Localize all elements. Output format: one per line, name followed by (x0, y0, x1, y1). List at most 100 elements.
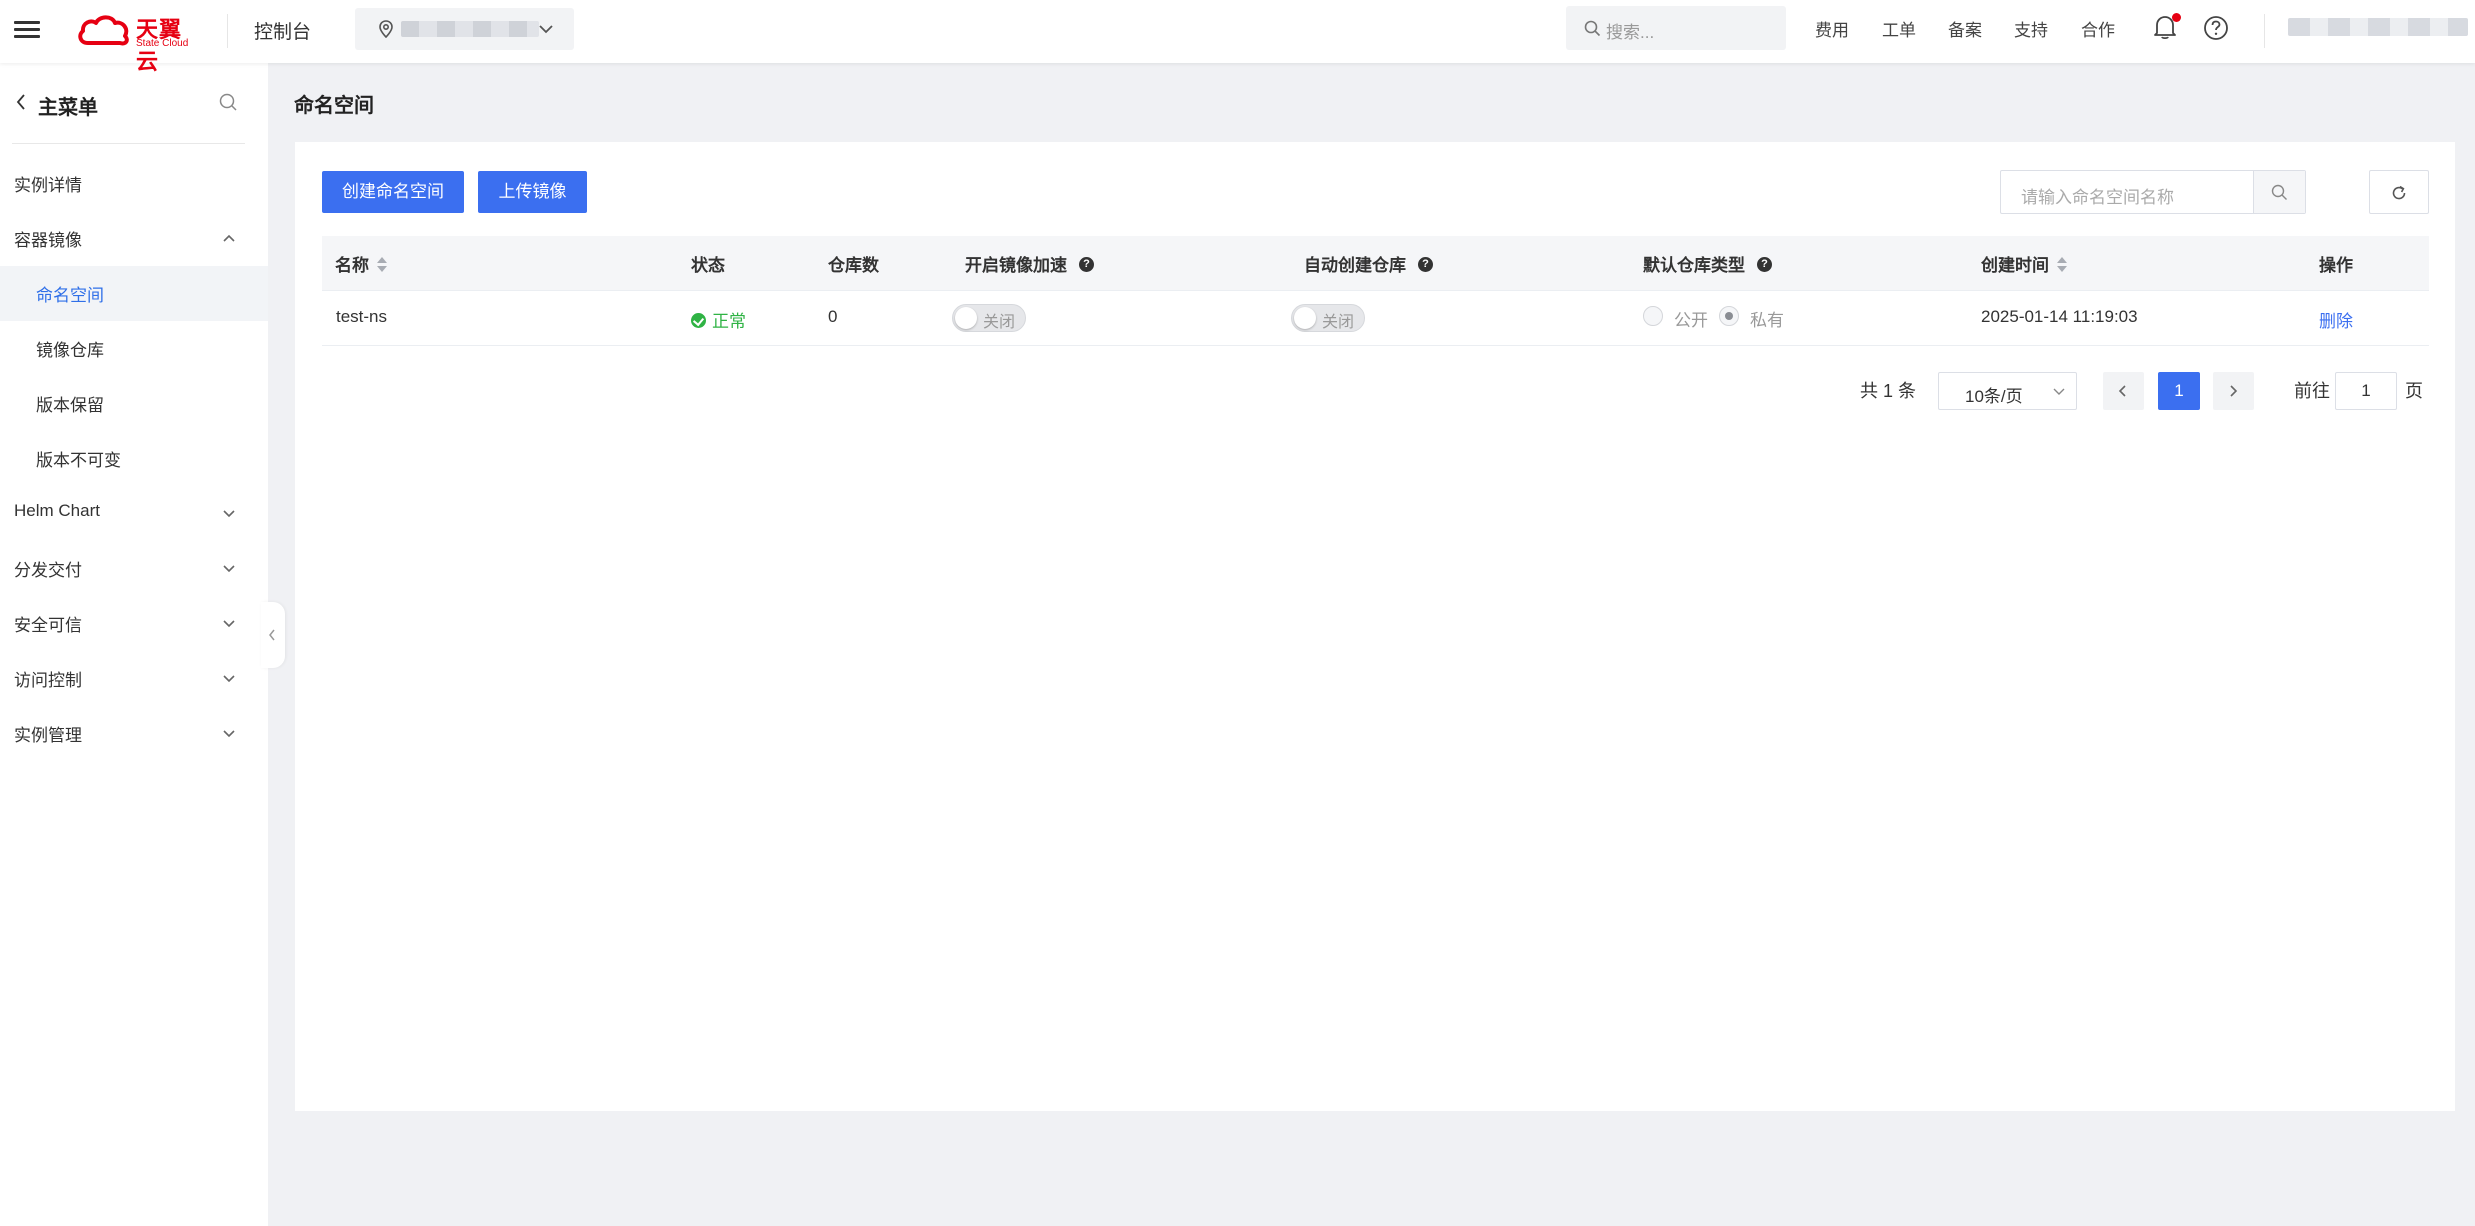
column-header-status: 状态 (691, 256, 725, 275)
sidebar-divider (12, 143, 245, 144)
table-header: 名称 状态 仓库数 开启镜像加速? 自动创建仓库? 默认仓库类型? 创建时间 操… (322, 236, 2429, 291)
nav-link-cooperation[interactable]: 合作 (2081, 16, 2115, 41)
divider (227, 14, 228, 48)
check-circle-icon (691, 313, 706, 329)
search-placeholder: 请输入命名空间名称 (2021, 188, 2174, 207)
column-header-image-accel: 开启镜像加速? (965, 251, 1094, 276)
chevron-left-icon[interactable] (14, 92, 28, 112)
nav-link-tickets[interactable]: 工单 (1882, 16, 1916, 41)
sort-icon[interactable] (2057, 255, 2067, 275)
column-header-created-time[interactable]: 创建时间 (1981, 251, 2067, 277)
sort-icon[interactable] (377, 255, 387, 275)
chevron-right-icon (2230, 385, 2238, 397)
sidebar-item-security[interactable]: 安全可信 (0, 596, 268, 651)
toggle-label: 关闭 (1322, 314, 1355, 331)
goto-page-input[interactable]: 1 (2335, 372, 2397, 410)
sidebar-item-container-images[interactable]: 容器镜像 (0, 211, 268, 266)
location-pin-icon (379, 20, 393, 38)
question-icon[interactable]: ? (1757, 257, 1772, 273)
column-header-label: 创建时间 (1981, 256, 2049, 275)
toggle-knob (955, 307, 977, 329)
chevron-down-icon (223, 730, 235, 738)
logo-subtext: State Cloud (136, 38, 189, 49)
sidebar-item-namespaces[interactable]: 命名空间 (0, 266, 268, 321)
search-icon[interactable] (218, 92, 238, 112)
cell-repo-count: 0 (828, 307, 838, 326)
sidebar-collapse-handle[interactable] (261, 602, 285, 668)
sidebar-item-label: 实例详情 (14, 176, 82, 195)
chevron-down-icon (223, 565, 235, 573)
column-header-actions: 操作 (2319, 256, 2353, 275)
logo[interactable]: 天翼云 State Cloud (76, 9, 200, 74)
namespace-search-input[interactable]: 请输入命名空间名称 (2000, 170, 2306, 214)
question-icon[interactable]: ? (1079, 257, 1094, 273)
sidebar-item-label: 容器镜像 (14, 231, 82, 250)
column-header-label: 开启镜像加速 (965, 256, 1067, 275)
sidebar-item-instance-management[interactable]: 实例管理 (0, 706, 268, 761)
search-icon (2271, 184, 2287, 200)
sidebar-item-helm-chart[interactable]: Helm Chart (0, 486, 268, 541)
chevron-up-icon (223, 234, 235, 242)
create-namespace-button[interactable]: 创建命名空间 (322, 171, 464, 213)
nav-link-filing[interactable]: 备案 (1948, 16, 1982, 41)
sidebar-item-label: 访问控制 (14, 671, 82, 690)
sidebar: 主菜单 实例详情 容器镜像 命名空间 镜像仓库 版本保留 版本不可变 Helm … (0, 63, 268, 1226)
sidebar-item-label: Helm Chart (14, 501, 100, 520)
upload-image-button[interactable]: 上传镜像 (478, 171, 587, 213)
sidebar-item-version-retention[interactable]: 版本保留 (0, 376, 268, 431)
user-account-redacted[interactable] (2288, 18, 2468, 36)
page-size-select[interactable]: 10条/页 (1938, 372, 2077, 410)
nav-link-support[interactable]: 支持 (2014, 16, 2048, 41)
status-text: 正常 (712, 312, 746, 331)
chevron-left-icon (2118, 385, 2126, 397)
image-accel-toggle[interactable]: 关闭 (952, 304, 1026, 332)
delete-link[interactable]: 删除 (2319, 307, 2353, 332)
cell-created-time: 2025-01-14 11:19:03 (1981, 307, 2138, 326)
sidebar-title: 主菜单 (38, 97, 98, 119)
prev-page-button[interactable] (2103, 372, 2144, 410)
region-select[interactable] (355, 8, 574, 50)
divider (2264, 14, 2265, 48)
table-row: test-ns 正常 0 关闭 关闭 公开 私有 2025-01-14 11:1… (322, 291, 2429, 346)
console-title[interactable]: 控制台 (254, 17, 311, 44)
page-size-value: 10条/页 (1965, 387, 2023, 406)
question-icon[interactable]: ? (1418, 257, 1433, 273)
help-button[interactable] (2203, 15, 2229, 46)
cell-name[interactable]: test-ns (336, 307, 387, 327)
radio-private[interactable] (1719, 306, 1739, 326)
sidebar-item-instance-details[interactable]: 实例详情 (0, 156, 268, 211)
search-placeholder: 搜索... (1606, 23, 1655, 42)
refresh-icon (2392, 185, 2406, 200)
column-header-name[interactable]: 名称 (335, 251, 387, 277)
sidebar-item-access-control[interactable]: 访问控制 (0, 651, 268, 706)
sidebar-item-label: 版本不可变 (36, 451, 121, 470)
menu-icon[interactable] (14, 17, 40, 43)
chevron-down-icon (539, 25, 553, 34)
sidebar-item-label: 实例管理 (14, 726, 82, 745)
auto-create-toggle[interactable]: 关闭 (1291, 304, 1365, 332)
radio-private-label: 私有 (1750, 311, 1784, 330)
namespace-card: 创建命名空间 上传镜像 请输入命名空间名称 名称 状态 仓库数 开启镜像加速? … (295, 142, 2455, 1111)
column-header-label: 自动创建仓库 (1304, 256, 1406, 275)
sidebar-header: 主菜单 (0, 63, 268, 145)
sidebar-item-label: 镜像仓库 (36, 341, 104, 360)
chevron-down-icon (223, 620, 235, 628)
nav-link-fees[interactable]: 费用 (1815, 16, 1849, 41)
page-label: 页 (2405, 381, 2423, 401)
column-header-repo-count: 仓库数 (828, 256, 879, 275)
sidebar-item-label: 安全可信 (14, 616, 82, 635)
global-search-input[interactable]: 搜索... (1566, 6, 1786, 50)
notification-button[interactable] (2153, 13, 2181, 45)
sidebar-item-version-immutable[interactable]: 版本不可变 (0, 431, 268, 486)
notification-dot (2172, 13, 2181, 22)
sidebar-item-label: 分发交付 (14, 561, 82, 580)
next-page-button[interactable] (2213, 372, 2254, 410)
search-button[interactable] (2253, 171, 2305, 213)
chevron-left-icon (269, 629, 275, 641)
column-header-label: 名称 (335, 256, 369, 275)
radio-public[interactable] (1643, 306, 1663, 326)
sidebar-item-image-repos[interactable]: 镜像仓库 (0, 321, 268, 376)
page-number-current[interactable]: 1 (2158, 372, 2200, 410)
refresh-button[interactable] (2369, 170, 2429, 214)
sidebar-item-distribution[interactable]: 分发交付 (0, 541, 268, 596)
